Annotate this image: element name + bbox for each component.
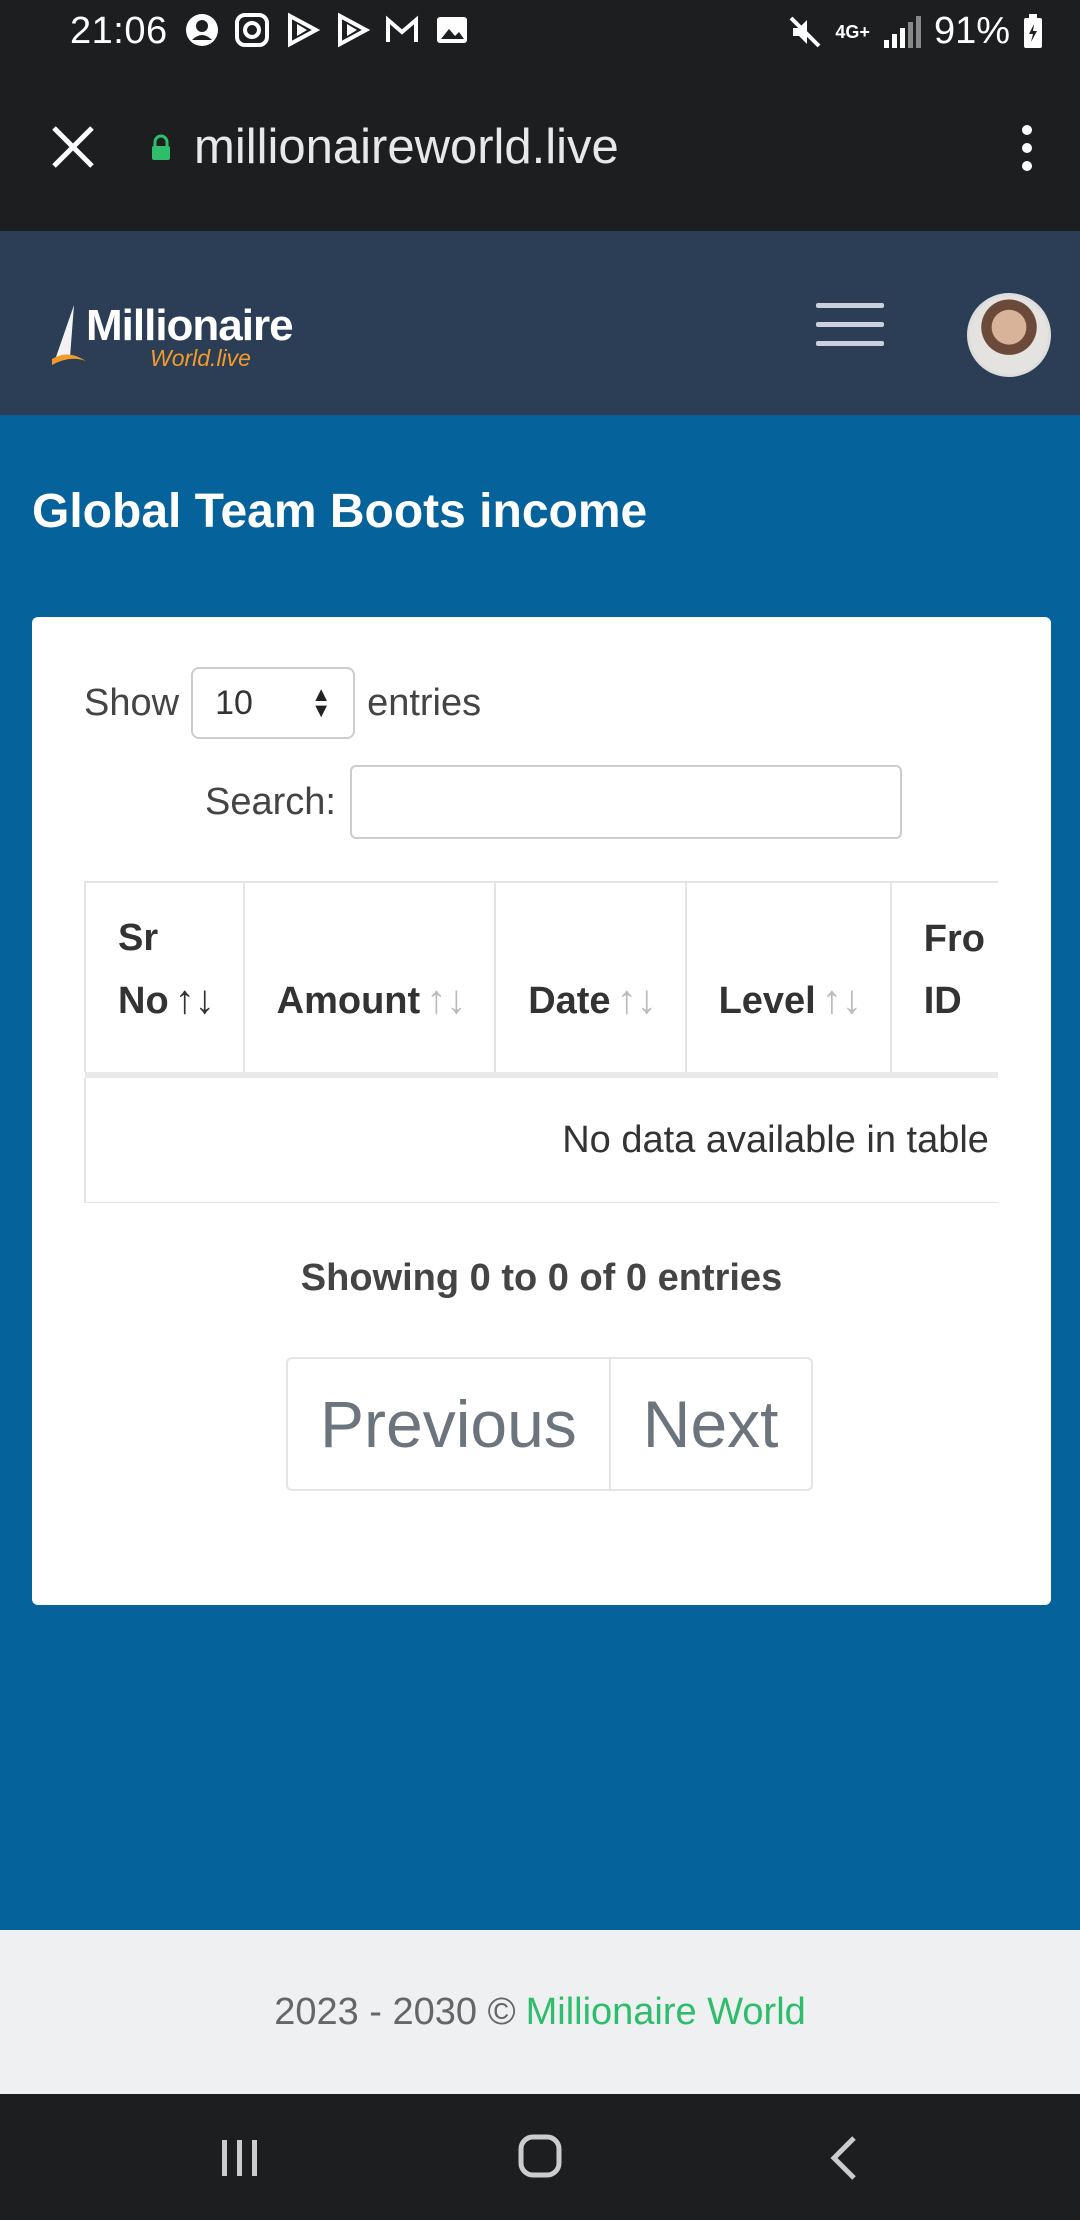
image-icon [434, 12, 470, 48]
more-options-icon[interactable] [1020, 124, 1034, 172]
play-icon [334, 12, 371, 48]
column-header-amount[interactable]: Amount ↑↓ [242, 881, 496, 1072]
footer-link[interactable]: Millionaire World [526, 1991, 806, 2034]
entries-length-control: Show 10 ▲ ▼ entries [84, 667, 481, 739]
home-icon[interactable] [518, 2134, 562, 2178]
status-bar: 21:06 4G+ 91% [0, 0, 1080, 64]
entries-label: entries [367, 681, 482, 724]
gmail-icon [384, 12, 420, 48]
system-icons: 4G+ 91% [787, 10, 1044, 53]
search-control: Search: [205, 765, 902, 839]
column-header-sr-no[interactable]: Sr No ↑↓ [84, 881, 244, 1072]
site-footer: 2023 - 2030 © Millionaire World [0, 1930, 1080, 2094]
entries-select-value: 10 [215, 683, 253, 722]
page-title: Global Team Boots income [32, 485, 648, 538]
copyright-text: 2023 - 2030 © [274, 1990, 516, 2033]
close-icon[interactable] [50, 124, 96, 170]
system-nav-bar [0, 2094, 1080, 2220]
lock-icon [152, 134, 170, 160]
back-icon[interactable] [828, 2134, 858, 2182]
next-button[interactable]: Next [608, 1359, 811, 1489]
data-table: Sr No ↑↓ Amount ↑↓ Date ↑↓ Level ↑↓ Fro ID [84, 881, 998, 1203]
site-logo[interactable]: Millionaire World.live [52, 301, 302, 381]
logo-sail-icon [52, 305, 86, 365]
pagination: Previous Next [286, 1357, 813, 1491]
table-info: Showing 0 to 0 of 0 entries [300, 1257, 783, 1299]
network-type: 4G+ [835, 21, 870, 42]
column-header-from-id[interactable]: Fro ID [889, 881, 998, 1072]
avatar[interactable] [967, 293, 1051, 377]
battery-icon [1024, 13, 1042, 48]
site-header: Millionaire World.live [0, 231, 1080, 415]
select-arrows-icon: ▲ ▼ [311, 684, 332, 722]
signal-icon [883, 15, 921, 48]
battery-percent: 91% [933, 10, 1010, 52]
previous-button[interactable]: Previous [288, 1359, 609, 1489]
instagram-icon [234, 12, 270, 48]
hamburger-line [816, 341, 884, 346]
sort-icon: ↑↓ [426, 978, 467, 1022]
clock: 21:06 [70, 10, 168, 52]
column-header-level[interactable]: Level ↑↓ [684, 881, 891, 1072]
hamburger-line [816, 303, 884, 308]
person-icon [184, 12, 220, 48]
browser-toolbar: millionaireworld.live [0, 64, 1080, 231]
table-card: Show 10 ▲ ▼ entries Search: Sr No ↑↓ Amoun… [32, 617, 1051, 1605]
sort-icon: ↑↓ [174, 978, 215, 1022]
logo-text-sub: World.live [150, 345, 251, 371]
url-text[interactable]: millionaireworld.live [194, 119, 619, 175]
table-scroll-container[interactable]: Sr No ↑↓ Amount ↑↓ Date ↑↓ Level ↑↓ Fro ID [84, 881, 998, 1203]
play-icon [284, 12, 321, 48]
recent-apps-icon[interactable] [218, 2138, 262, 2178]
sort-icon: ↑↓ [616, 978, 657, 1022]
column-header-date[interactable]: Date ↑↓ [494, 881, 686, 1072]
show-label: Show [84, 681, 180, 724]
sort-icon: ↑↓ [821, 978, 862, 1022]
logo-text-main: Millionaire [86, 301, 294, 350]
hamburger-line [816, 322, 884, 327]
search-input[interactable] [349, 765, 902, 839]
mute-icon [789, 16, 821, 47]
menu-toggle-button[interactable] [816, 303, 884, 347]
notification-icons [184, 12, 470, 48]
entries-select[interactable]: 10 ▲ ▼ [191, 667, 356, 739]
empty-table-message: No data available in table [84, 1078, 998, 1203]
search-label: Search: [205, 780, 336, 823]
